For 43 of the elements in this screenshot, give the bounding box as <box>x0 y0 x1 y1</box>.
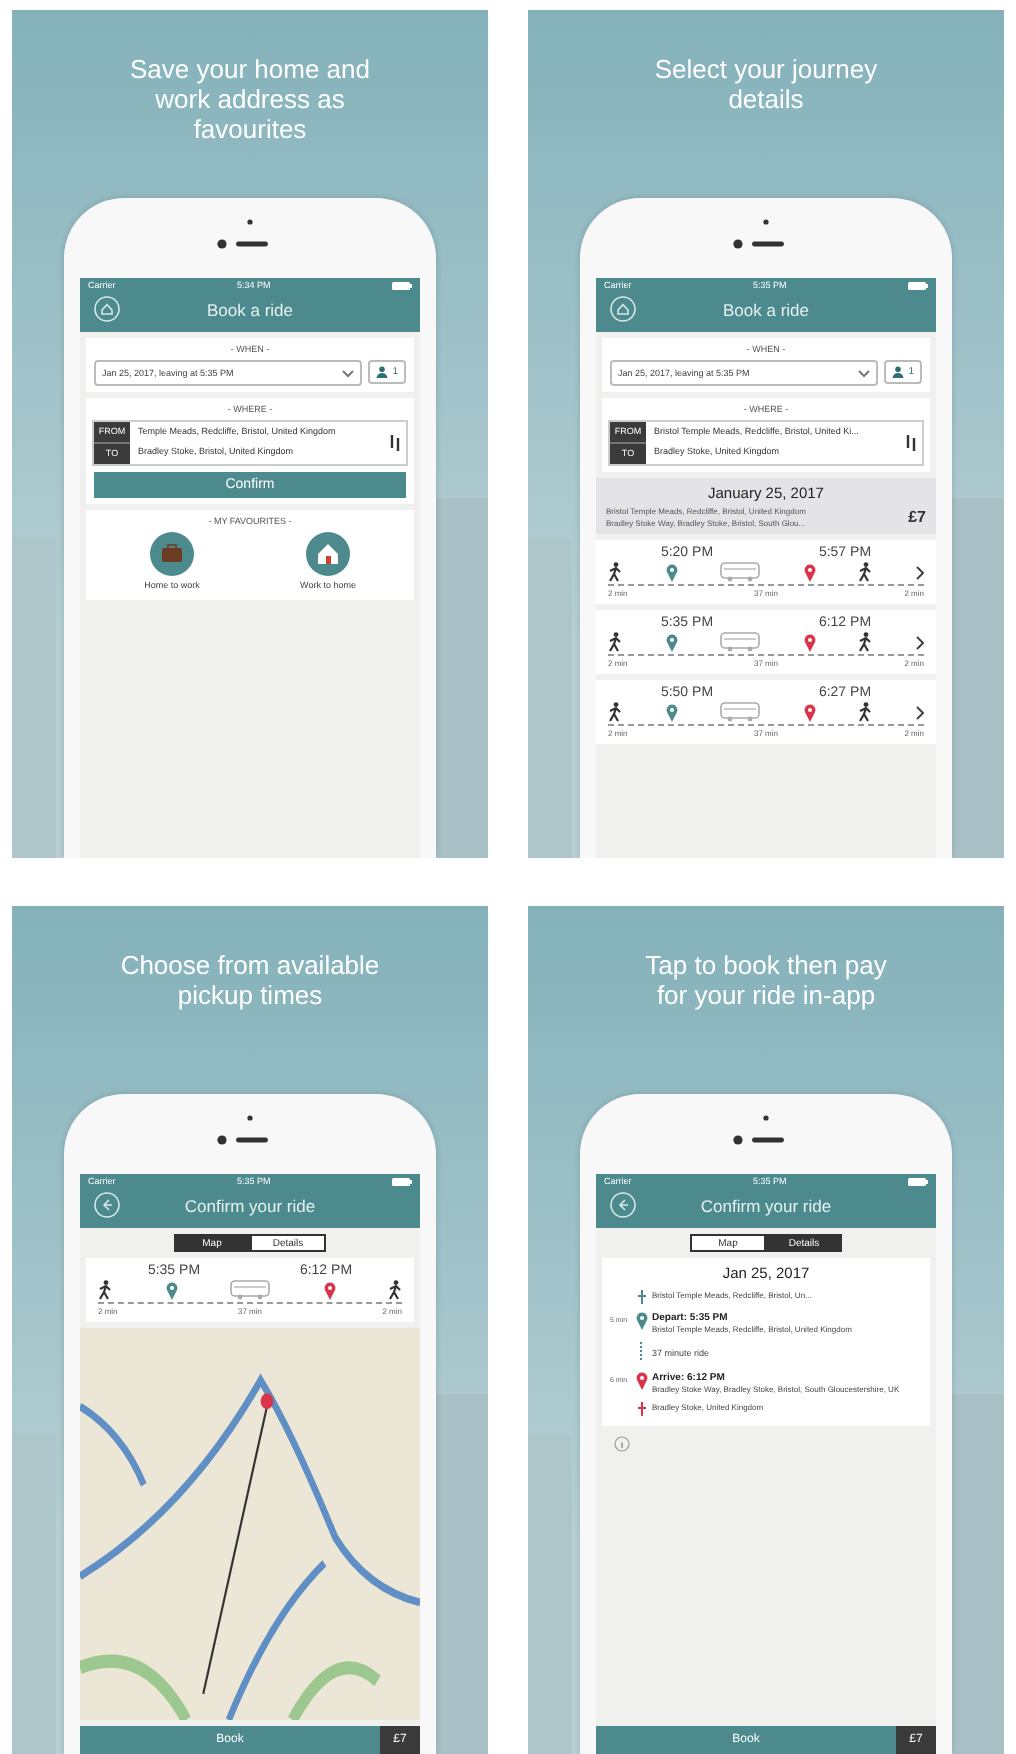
back-icon[interactable] <box>610 1192 636 1218</box>
back-icon[interactable] <box>94 1192 120 1218</box>
map-pin-icon <box>665 703 678 721</box>
battery-icon <box>392 282 412 290</box>
map-pin-icon <box>165 1281 177 1299</box>
map-pin-icon <box>665 563 678 581</box>
map-pin-icon <box>803 563 816 581</box>
map-pin-icon <box>323 1281 335 1299</box>
caption-text: Save your home and work address as favourites <box>128 52 372 148</box>
battery-icon <box>908 282 928 290</box>
battery-icon <box>908 1178 928 1186</box>
fare-label: £7 <box>908 508 926 526</box>
house-icon[interactable] <box>306 532 350 576</box>
home-icon[interactable] <box>610 296 636 322</box>
person-icon <box>376 366 389 378</box>
screen-title: Confirm your ride <box>184 1195 316 1215</box>
screen-title: Book a ride <box>207 299 293 319</box>
caption-text: Select your journey details <box>652 52 880 118</box>
chevron-right-icon <box>915 635 924 649</box>
screen-title: Book a ride <box>723 299 809 319</box>
battery-icon <box>392 1178 412 1186</box>
swap-icon[interactable] <box>390 434 400 452</box>
bus-icon <box>720 702 761 722</box>
home-icon[interactable] <box>94 296 120 322</box>
map-pin-icon <box>635 1372 647 1390</box>
bus-icon <box>230 1280 270 1300</box>
chevron-down-icon <box>342 369 355 377</box>
map-pin-icon <box>635 1312 647 1330</box>
screen-title: Confirm your ride <box>700 1195 832 1215</box>
map-pin-icon <box>803 633 816 651</box>
map-pin-icon <box>803 703 816 721</box>
caption-text: Tap to book then pay for your ride in-app <box>643 948 889 1014</box>
caption-text: Choose from available pickup times <box>118 948 382 1014</box>
chevron-right-icon <box>915 705 924 719</box>
bus-icon <box>720 632 761 652</box>
person-icon <box>892 366 905 378</box>
swap-icon[interactable] <box>906 434 916 452</box>
briefcase-icon[interactable] <box>150 532 194 576</box>
info-icon[interactable] <box>614 1436 630 1452</box>
bus-icon <box>720 562 761 582</box>
chevron-right-icon <box>915 565 924 579</box>
chevron-down-icon <box>858 369 871 377</box>
map-pin-icon <box>665 633 678 651</box>
